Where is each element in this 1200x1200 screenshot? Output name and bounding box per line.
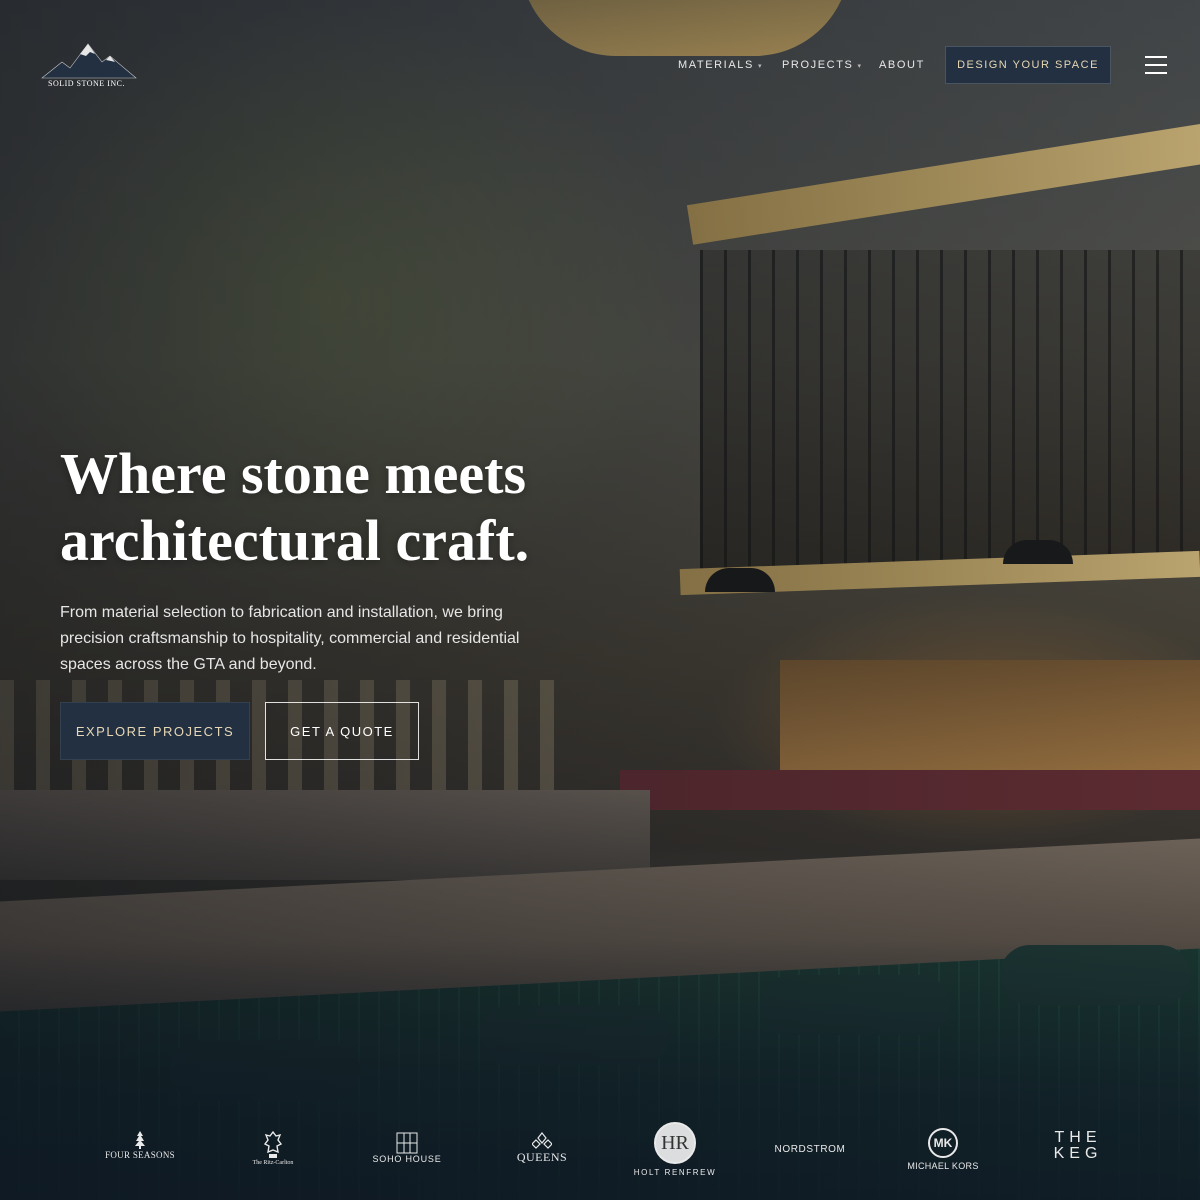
nav-projects[interactable]: PROJECTS ▾ bbox=[782, 59, 863, 71]
client-name: THE KEG bbox=[1053, 1129, 1103, 1162]
nav-about-label: ABOUT bbox=[879, 59, 925, 71]
get-a-quote-button[interactable]: GET A QUOTE bbox=[265, 702, 419, 760]
client-logos: FOUR SEASONS The Ritz-Carlton SOHO HOUSE… bbox=[0, 1120, 1200, 1190]
hero-headline-line-1: Where stone meets bbox=[60, 441, 527, 506]
mountain-logo-icon bbox=[41, 43, 137, 79]
nav-about[interactable]: ABOUT bbox=[879, 59, 925, 71]
client-name: HOLT RENFREW bbox=[633, 1168, 717, 1177]
client-name: SOHO HOUSE bbox=[372, 1154, 442, 1164]
hero-headline: Where stone meets architectural craft. bbox=[60, 440, 620, 574]
queens-crown-icon bbox=[532, 1132, 552, 1149]
nav-projects-label: PROJECTS bbox=[782, 59, 854, 71]
four-seasons-tree-icon bbox=[135, 1131, 145, 1149]
client-logo-ritz-carlton: The Ritz-Carlton bbox=[236, 1130, 310, 1166]
client-name: QUEENS bbox=[516, 1150, 568, 1164]
hero-headline-line-2: architectural craft. bbox=[60, 508, 530, 573]
hamburger-line bbox=[1145, 72, 1167, 74]
michael-kors-monogram-text: MK bbox=[933, 1136, 953, 1150]
client-logo-michael-kors: MK MICHAEL KORS bbox=[904, 1128, 982, 1171]
hero-subcopy: From material selection to fabrication a… bbox=[60, 604, 520, 673]
hamburger-line bbox=[1145, 64, 1167, 66]
logo-wordmark: SOLID STONE INC. bbox=[48, 79, 125, 88]
nav-materials-label: MATERIALS bbox=[678, 59, 754, 71]
client-name: MICHAEL KORS bbox=[907, 1161, 979, 1171]
chevron-down-icon: ▾ bbox=[857, 63, 863, 70]
client-logo-four-seasons: FOUR SEASONS bbox=[100, 1130, 180, 1160]
client-name: FOUR SEASONS bbox=[105, 1150, 175, 1160]
client-name: The Ritz-Carlton bbox=[252, 1160, 294, 1166]
soho-house-grid-icon bbox=[396, 1132, 418, 1154]
chevron-down-icon: ▾ bbox=[757, 63, 764, 70]
client-logo-holt-renfrew: HR HOLT RENFREW bbox=[633, 1122, 717, 1177]
michael-kors-monogram: MK bbox=[928, 1128, 958, 1158]
design-your-space-button[interactable]: DESIGN YOUR SPACE bbox=[945, 46, 1111, 84]
hamburger-icon[interactable] bbox=[1145, 56, 1167, 74]
nav-materials[interactable]: MATERIALS ▾ bbox=[678, 59, 763, 71]
holt-renfrew-monogram-text: HR bbox=[661, 1131, 689, 1154]
holt-renfrew-monogram: HR bbox=[654, 1122, 696, 1164]
client-logo-queens: QUEENS bbox=[506, 1132, 578, 1165]
explore-projects-button[interactable]: EXPLORE PROJECTS bbox=[60, 702, 250, 760]
site-header: SOLID STONE INC. MATERIALS ▾ PROJECTS ▾ AB… bbox=[0, 0, 1200, 130]
client-logo-nordstrom: NORDSTROM bbox=[770, 1144, 850, 1155]
hero-section: SOLID STONE INC. MATERIALS ▾ PROJECTS ▾ AB… bbox=[0, 0, 1200, 1200]
ritz-carlton-lion-crest-icon bbox=[263, 1130, 283, 1158]
client-logo-soho-house: SOHO HOUSE bbox=[370, 1132, 444, 1164]
client-logo-the-keg: THE KEG bbox=[1050, 1130, 1106, 1162]
hamburger-line bbox=[1145, 56, 1167, 58]
client-name: NORDSTROM bbox=[774, 1144, 846, 1155]
